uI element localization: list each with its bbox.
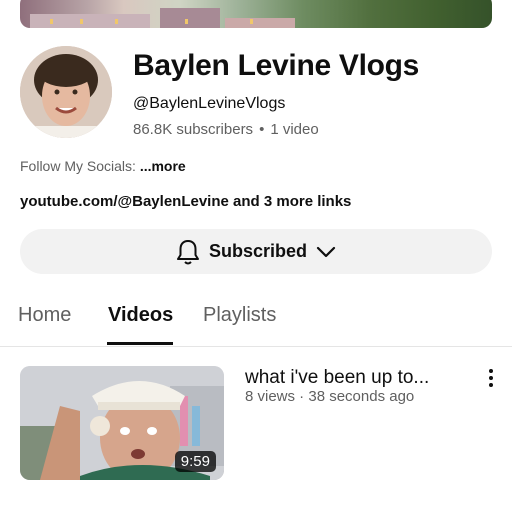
tab-playlists[interactable]: Playlists: [203, 304, 276, 327]
description-text: Follow My Socials:: [20, 158, 136, 174]
video-duration: 9:59: [174, 451, 216, 472]
banner-window: [80, 19, 83, 24]
video-thumbnail[interactable]: 9:59: [20, 366, 224, 480]
banner-window: [250, 19, 253, 24]
banner-castle: [30, 14, 150, 28]
subscribed-label: Subscribed: [208, 241, 308, 261]
subscribed-button[interactable]: Subscribed: [20, 229, 492, 274]
channel-stats: 86.8K subscribers • 1 video: [133, 121, 319, 138]
channel-links[interactable]: youtube.com/@BaylenLevine and 3 more lin…: [20, 193, 351, 210]
bell-icon: [176, 239, 199, 264]
active-tab-indicator: [107, 342, 173, 345]
channel-description[interactable]: Follow My Socials: ...more: [20, 158, 186, 174]
video-meta: 8 views · 38 seconds ago: [245, 388, 415, 405]
video-count: 1 video: [270, 121, 319, 138]
stats-separator: •: [259, 121, 265, 138]
channel-name: Baylen Levine Vlogs: [133, 49, 420, 82]
banner-castle-tower: [160, 8, 220, 28]
avatar-image: [20, 46, 112, 138]
banner-window: [185, 19, 188, 24]
subscriber-count: 86.8K subscribers: [133, 121, 254, 138]
tab-videos[interactable]: Videos: [108, 304, 173, 327]
channel-handle: @BaylenLevineVlogs: [133, 95, 286, 112]
banner-window: [50, 19, 53, 24]
more-link[interactable]: ...more: [140, 158, 186, 174]
chevron-down-icon: [316, 246, 336, 257]
channel-tabs: Home Videos Playlists: [0, 296, 512, 347]
banner-window: [115, 19, 118, 24]
banner-castle-wing: [225, 18, 295, 28]
channel-banner: [20, 0, 492, 28]
tab-home[interactable]: Home: [18, 304, 71, 327]
video-title[interactable]: what i've been up to...: [245, 367, 429, 389]
more-options-icon[interactable]: [484, 368, 498, 388]
channel-avatar[interactable]: [20, 46, 112, 138]
